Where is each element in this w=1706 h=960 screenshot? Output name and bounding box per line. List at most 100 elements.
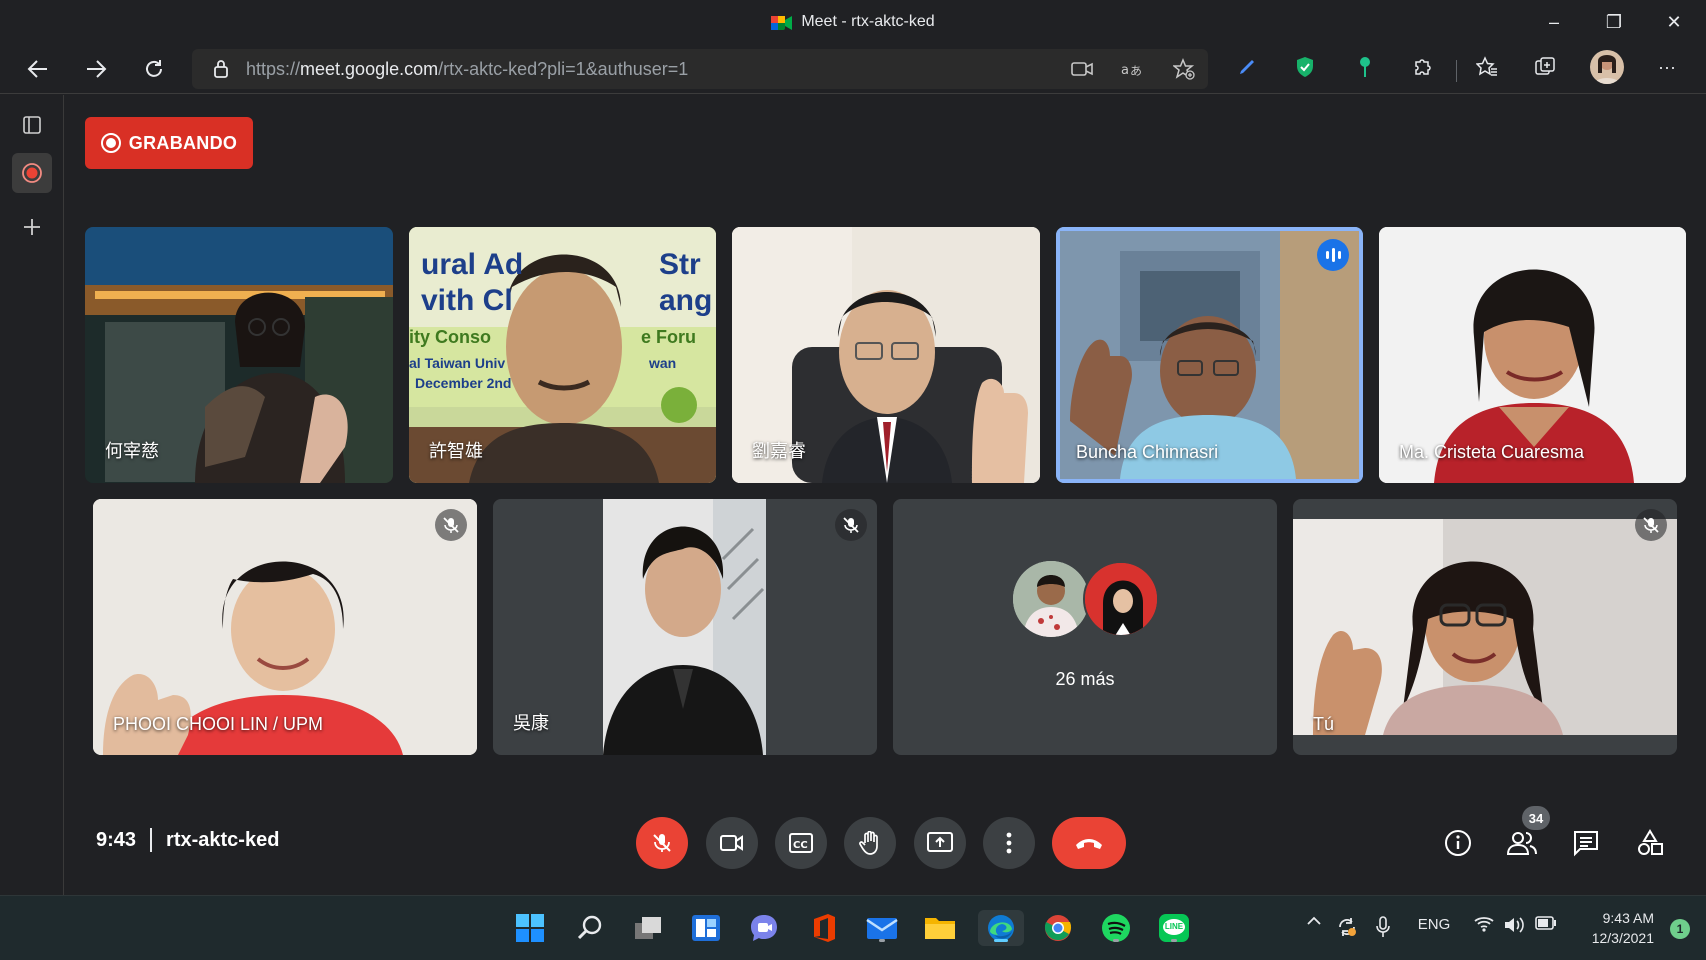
tabs-panel-icon bbox=[23, 116, 41, 134]
taskbar-chrome[interactable] bbox=[1040, 910, 1076, 946]
window-title-text: Meet - rtx-aktc-ked bbox=[801, 13, 935, 30]
avatar bbox=[1013, 561, 1089, 637]
vertical-tabs-button[interactable] bbox=[12, 105, 52, 145]
widgets-icon bbox=[692, 915, 720, 941]
mic-off-icon bbox=[653, 834, 671, 852]
widgets-button[interactable] bbox=[688, 910, 724, 946]
close-window-button[interactable]: ✕ bbox=[1644, 0, 1704, 44]
show-hidden-icons-button[interactable] bbox=[1302, 916, 1326, 926]
participant-tile[interactable]: PHOOI CHOOI LIN / UPM bbox=[93, 499, 477, 755]
toolbar-divider bbox=[1456, 60, 1457, 82]
task-view-icon bbox=[635, 917, 661, 939]
refresh-button[interactable] bbox=[136, 52, 172, 86]
browser-menu-button[interactable]: ··· bbox=[1652, 52, 1682, 82]
participant-tile[interactable]: 何宰慈 bbox=[85, 227, 393, 483]
participant-video bbox=[603, 499, 766, 755]
participant-name: 何宰慈 bbox=[105, 441, 159, 461]
shield-extension-icon[interactable] bbox=[1290, 52, 1320, 82]
add-favorite-icon[interactable] bbox=[1172, 58, 1196, 80]
participant-name: 劉嘉睿 bbox=[752, 441, 806, 461]
microphone-tray-icon[interactable] bbox=[1370, 916, 1396, 938]
start-button[interactable] bbox=[512, 910, 548, 946]
present-screen-button[interactable] bbox=[914, 817, 966, 869]
svg-text:a: a bbox=[1121, 63, 1129, 78]
favorites-icon[interactable] bbox=[1472, 52, 1502, 82]
window-title-bar: Meet - rtx-aktc-ked – ❐ ✕ bbox=[0, 0, 1706, 44]
background-banner-sub2: al Taiwan Univ wan December 2nd bbox=[409, 353, 716, 393]
address-bar[interactable]: https://meet.google.com/rtx-aktc-ked?pli… bbox=[192, 49, 1208, 89]
taskbar-clock[interactable]: 9:43 AM 12/3/2021 bbox=[1592, 908, 1654, 948]
back-button[interactable] bbox=[20, 52, 56, 86]
chat-icon bbox=[1574, 831, 1598, 857]
participant-tile[interactable]: Ma. Cristeta Cuaresma bbox=[1379, 227, 1686, 483]
wifi-icon bbox=[1474, 917, 1494, 932]
muted-icon bbox=[435, 509, 467, 541]
participant-name: 許智雄 bbox=[429, 441, 483, 461]
taskbar-search-button[interactable] bbox=[572, 910, 608, 946]
clock-time: 9:43 AM bbox=[1602, 910, 1654, 926]
microphone-toggle-button[interactable] bbox=[636, 817, 688, 869]
meeting-info: 9:43 rtx-aktc-ked bbox=[96, 828, 279, 852]
camera-in-use-icon[interactable] bbox=[1070, 58, 1094, 80]
minimize-button[interactable]: – bbox=[1524, 0, 1584, 44]
more-vertical-icon bbox=[1006, 832, 1012, 854]
collections-icon[interactable] bbox=[1530, 52, 1560, 82]
self-view-tile[interactable]: Tú bbox=[1293, 499, 1677, 755]
pen-extension-icon[interactable] bbox=[1232, 52, 1262, 82]
plus-icon bbox=[24, 219, 40, 235]
recording-icon bbox=[100, 133, 121, 153]
participant-tile-active-speaker[interactable]: Buncha Chinnasri bbox=[1056, 227, 1363, 483]
banner-line-2: vith Cl bbox=[421, 284, 513, 317]
recording-label: GRABANDO bbox=[128, 132, 238, 153]
forward-button[interactable] bbox=[78, 52, 114, 86]
new-tab-button[interactable] bbox=[12, 207, 52, 247]
sync-tray-icon[interactable] bbox=[1334, 916, 1360, 938]
more-options-button[interactable] bbox=[983, 817, 1035, 869]
participant-tile[interactable]: 劉嘉睿 bbox=[732, 227, 1040, 483]
participant-name: Tú bbox=[1313, 714, 1335, 734]
more-participants-tile[interactable]: 26 más bbox=[893, 499, 1277, 755]
restore-button[interactable]: ❐ bbox=[1584, 0, 1644, 44]
muted-icon bbox=[1635, 509, 1667, 541]
participant-tile[interactable]: ural Ad vith Cl Str ang ity Conso e Foru … bbox=[409, 227, 716, 483]
info-icon bbox=[1445, 830, 1471, 856]
notification-count-badge[interactable]: 1 bbox=[1670, 919, 1690, 939]
leave-call-button[interactable] bbox=[1052, 817, 1126, 869]
more-horizontal-icon: ··· bbox=[1658, 56, 1676, 77]
participant-count-badge: 34 bbox=[1522, 806, 1550, 830]
raise-hand-button[interactable] bbox=[844, 817, 896, 869]
profile-avatar[interactable] bbox=[1590, 50, 1624, 84]
taskbar-edge[interactable] bbox=[978, 910, 1024, 946]
pin-extension-icon[interactable] bbox=[1350, 52, 1380, 82]
lock-icon[interactable] bbox=[210, 59, 232, 79]
translate-icon[interactable]: aあ bbox=[1120, 58, 1144, 80]
taskbar-teams-chat[interactable] bbox=[746, 910, 782, 946]
volume-tray-icon[interactable] bbox=[1502, 916, 1526, 934]
taskbar-office[interactable] bbox=[806, 910, 842, 946]
input-language-indicator[interactable]: ENG bbox=[1404, 916, 1464, 933]
task-view-button[interactable] bbox=[630, 910, 666, 946]
taskbar-line[interactable]: LINE bbox=[1156, 910, 1192, 946]
banner-line-2b: ang bbox=[659, 284, 713, 317]
more-participants-label: 26 más bbox=[1055, 669, 1115, 689]
meeting-details-button[interactable] bbox=[1438, 823, 1478, 863]
running-indicator bbox=[1113, 939, 1119, 942]
participant-tile[interactable]: 吳康 bbox=[493, 499, 877, 755]
record-icon bbox=[22, 163, 42, 183]
sidebar-tab-recording[interactable] bbox=[12, 153, 52, 193]
extensions-icon[interactable] bbox=[1408, 52, 1438, 82]
people-icon bbox=[1506, 832, 1537, 855]
captions-button[interactable]: CC bbox=[775, 817, 827, 869]
chat-button[interactable] bbox=[1566, 823, 1606, 863]
wifi-tray-icon[interactable] bbox=[1472, 916, 1496, 932]
activities-button[interactable] bbox=[1630, 823, 1670, 863]
camera-toggle-button[interactable] bbox=[706, 817, 758, 869]
battery-tray-icon[interactable] bbox=[1532, 916, 1560, 930]
taskbar-file-explorer[interactable] bbox=[922, 910, 958, 946]
hand-icon bbox=[859, 831, 878, 855]
url-text[interactable]: https://meet.google.com/rtx-aktc-ked?pli… bbox=[246, 59, 688, 80]
taskbar-spotify[interactable] bbox=[1098, 910, 1134, 946]
taskbar-mail[interactable] bbox=[864, 910, 900, 946]
svg-text:CC: CC bbox=[793, 840, 808, 851]
url-host: meet.google.com bbox=[300, 58, 439, 79]
